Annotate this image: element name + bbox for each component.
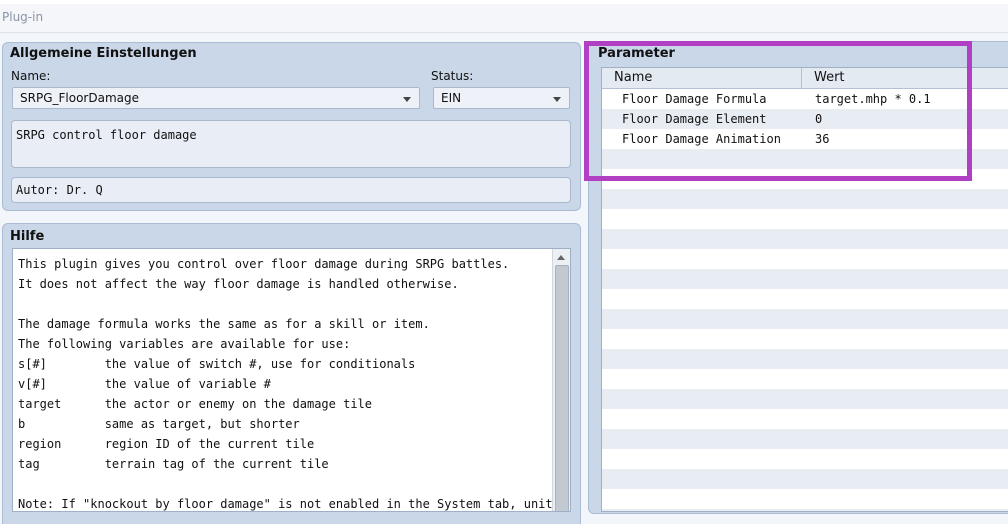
general-settings-title: Allgemeine Einstellungen xyxy=(10,46,197,61)
param-value: 0 xyxy=(815,112,823,126)
author-box: Autor: Dr. Q xyxy=(11,177,571,203)
scroll-thumb[interactable] xyxy=(555,265,569,511)
param-value: 36 xyxy=(815,132,830,146)
table-stripes xyxy=(602,89,1008,511)
help-line: This plugin gives you control over floor… xyxy=(18,257,510,271)
help-scrollbar[interactable] xyxy=(552,249,570,511)
help-title: Hilfe xyxy=(10,229,45,244)
plugin-name-value: SRPG_FloorDamage xyxy=(20,91,139,105)
description-box: SRPG control floor damage xyxy=(11,120,571,168)
help-line xyxy=(18,474,560,494)
status-value: EIN xyxy=(441,91,462,105)
window-title: Plug-in xyxy=(2,10,44,24)
table-row[interactable]: Floor Damage Animation 36 xyxy=(602,129,1008,149)
help-line: It does not affect the way floor damage … xyxy=(18,277,459,291)
help-line: target the actor or enemy on the damage … xyxy=(18,397,373,411)
description-text: SRPG control floor damage xyxy=(16,128,197,142)
table-row[interactable]: Floor Damage Formula target.mhp * 0.1 xyxy=(602,89,1008,109)
table-row[interactable]: Floor Damage Element 0 xyxy=(602,109,1008,129)
help-line xyxy=(18,294,560,314)
scroll-up-arrow-icon[interactable] xyxy=(557,255,565,260)
column-header-name[interactable]: Name xyxy=(614,70,652,85)
help-text-area[interactable]: This plugin gives you control over floor… xyxy=(12,248,571,512)
parameter-title: Parameter xyxy=(598,46,675,61)
parameter-table: Name Wert Floor Damage Formula target.mh… xyxy=(601,67,1008,512)
help-line: The following variables are available fo… xyxy=(18,337,351,351)
table-header: Name Wert xyxy=(602,68,1008,89)
param-name: Floor Damage Element xyxy=(622,112,767,126)
help-line: The damage formula works the same as for… xyxy=(18,317,430,331)
help-line: region region ID of the current tile xyxy=(18,437,315,451)
author-text: Autor: Dr. Q xyxy=(16,183,103,197)
column-header-value[interactable]: Wert xyxy=(814,70,845,85)
window-titlebar: Plug-in xyxy=(0,4,1008,33)
plugin-name-select[interactable]: SRPG_FloorDamage xyxy=(12,87,420,109)
status-label: Status: xyxy=(431,69,474,83)
name-label: Name: xyxy=(11,69,51,83)
help-line: Note: If "knockout by floor damage" is n… xyxy=(18,497,560,511)
chevron-down-icon xyxy=(403,97,411,102)
param-value: target.mhp * 0.1 xyxy=(815,92,931,106)
param-name: Floor Damage Formula xyxy=(622,92,767,106)
help-line: b same as target, but shorter xyxy=(18,417,300,431)
help-line: v[#] the value of variable # xyxy=(18,377,271,391)
help-line: tag terrain tag of the current tile xyxy=(18,457,329,471)
column-divider[interactable] xyxy=(801,68,802,88)
param-name: Floor Damage Animation xyxy=(622,132,781,146)
status-select[interactable]: EIN xyxy=(433,87,570,109)
help-line: s[#] the value of switch #, use for cond… xyxy=(18,357,416,371)
chevron-down-icon xyxy=(553,97,561,102)
